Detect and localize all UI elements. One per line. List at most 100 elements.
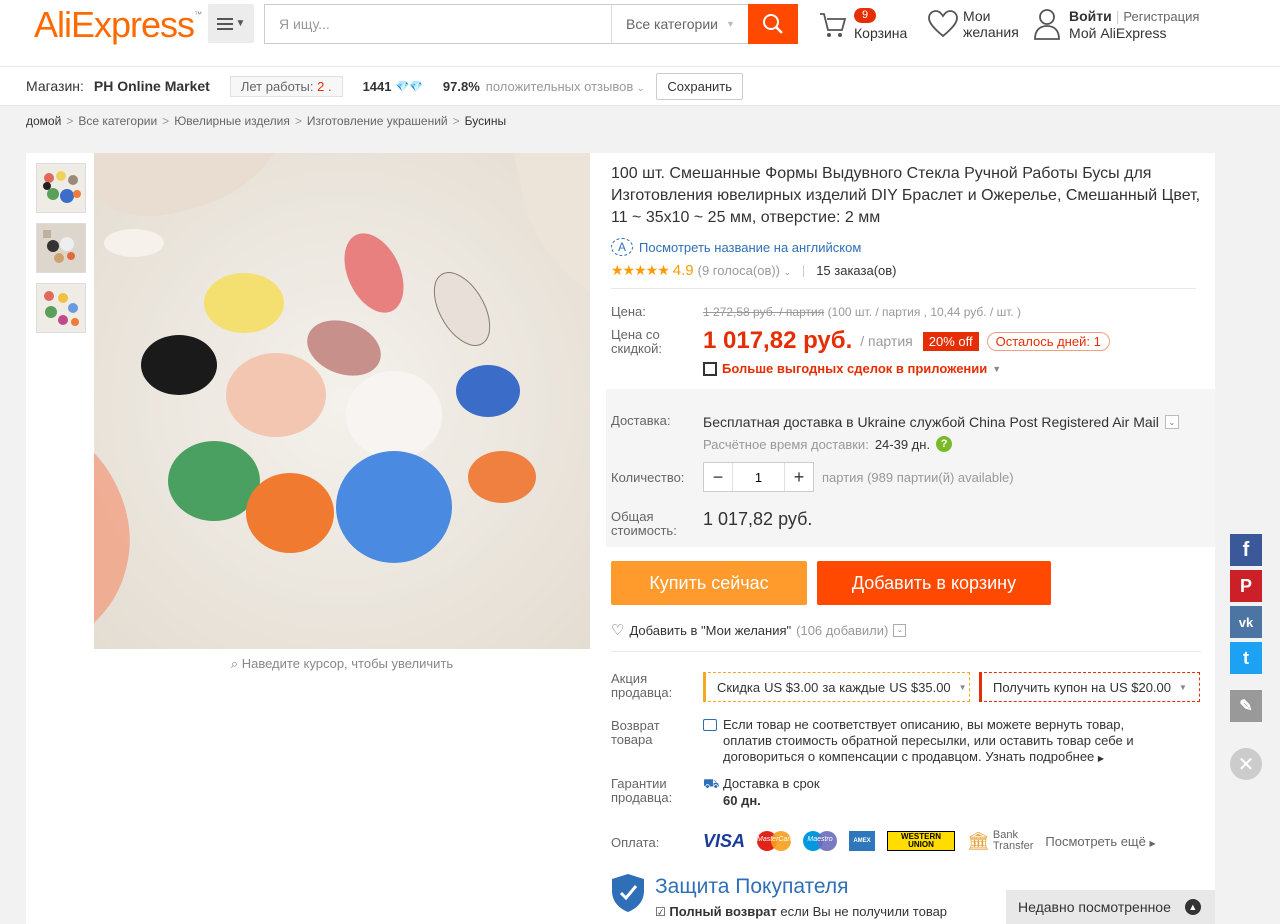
shipping-method[interactable]: Бесплатная доставка в Ukraine службой Ch… — [703, 414, 1179, 430]
payment-methods: VISA MasterCard Maestro AMEX WESTERN UNI… — [703, 830, 1156, 852]
store-score: 1441 — [362, 78, 392, 94]
add-to-wishlist-link[interactable]: ♡ Добавить в "Мои желания" (106 добавили… — [611, 621, 907, 639]
quantity-increase-button[interactable]: + — [785, 463, 813, 491]
amex-logo: AMEX — [849, 831, 876, 851]
chevron-down-icon: ⌄ — [783, 267, 792, 277]
feedback-dropdown[interactable]: положительных отзывов ⌄ — [486, 79, 645, 94]
bank-icon: 🏛 — [967, 830, 990, 851]
breadcrumb: домой > Все категории > Ювелирные изделия > Из… — [26, 114, 507, 128]
help-icon[interactable]: ? — [936, 436, 953, 452]
thumbnail-1[interactable] — [36, 163, 86, 213]
hamburger-icon — [216, 17, 233, 30]
buy-now-button[interactable]: Купить сейчас — [611, 561, 807, 605]
discount-price-label: Цена со скидкой: — [611, 327, 662, 356]
register-link[interactable]: Регистрация — [1123, 9, 1199, 24]
get-coupon-dropdown[interactable]: Получить купон на US $20.00 ▼ — [979, 672, 1200, 702]
zoom-icon: ⌕ — [230, 656, 239, 671]
seller-discount-dropdown[interactable]: Скидка US $3.00 за каждые US $35.00 ▼ — [703, 672, 970, 702]
price-label: Цена: — [611, 304, 646, 319]
western-union-logo: WESTERN UNION — [887, 831, 956, 851]
quantity-input[interactable] — [732, 463, 785, 491]
mastercard-logo: MasterCard — [757, 831, 794, 851]
breadcrumb-item[interactable]: Изготовление украшений — [307, 114, 448, 128]
guarantee-label: Гарантии продавца: — [611, 776, 673, 805]
heart-plus-icon: ♡ — [611, 622, 625, 639]
search-bar: Все категории ▼ — [264, 4, 798, 44]
search-icon — [763, 14, 783, 34]
discount-price: 1 017,82 руб. — [703, 327, 853, 354]
breadcrumb-item[interactable]: Все категории — [78, 114, 157, 128]
diamond-icon: 💎💎 — [395, 80, 423, 93]
product-main-image[interactable] — [94, 153, 590, 649]
pinterest-icon: P — [1239, 575, 1252, 596]
delivery-truck-icon: ⛟ — [703, 776, 720, 791]
quantity-decrease-button[interactable]: − — [704, 463, 732, 491]
feedback-percent: 97.8% — [442, 78, 480, 94]
discount-price-row: 1 017,82 руб. / партия 20% off Осталось … — [703, 327, 1110, 355]
vk-share-button[interactable]: vk — [1230, 606, 1262, 638]
chevron-down-icon: ⌄ — [893, 623, 907, 637]
caret-down-icon: ▼ — [992, 363, 1002, 374]
chevron-down-icon: ⌄ — [1164, 415, 1179, 429]
login-link[interactable]: Войти — [1069, 8, 1112, 24]
wishlist-label: Мои желания — [963, 8, 1019, 40]
checkbox-icon: ☑ — [655, 905, 666, 919]
caret-down-icon: ▼ — [958, 682, 967, 692]
full-refund-text: ☑ Полный возврат если Вы не получили тов… — [655, 904, 948, 919]
quantity-label: Количество: — [611, 470, 685, 485]
chevron-up-icon: ▲ — [1184, 899, 1201, 915]
pencil-icon: ✎ — [1239, 698, 1253, 715]
zoom-hint: ⌕ Наведите курсор, чтобы увеличить — [230, 656, 454, 671]
total-label: Общая стоимость: — [611, 509, 677, 538]
returns-policy: Если товар не соответствует описанию, вы… — [703, 717, 1173, 767]
quantity-stepper: − + — [703, 462, 814, 492]
original-price: 1 272,58 руб. / партия (100 шт. / партия… — [703, 305, 1022, 319]
cart-link[interactable]: 9 Корзина — [818, 8, 918, 44]
category-select[interactable]: Все категории ▼ — [611, 5, 748, 43]
buyer-protection: Защита Покупателя ☑ Полный возврат если … — [611, 873, 947, 919]
thumbnail-2[interactable] — [36, 223, 86, 273]
pinterest-share-button[interactable]: P — [1230, 570, 1262, 602]
buyer-protection-title: Защита Покупателя — [655, 875, 849, 898]
visa-logo: VISA — [703, 830, 746, 851]
search-input[interactable] — [265, 5, 611, 43]
delivery-time: Расчётное время доставки: 24-39 дн. ? — [703, 436, 953, 452]
caret-down-icon: ▼ — [1179, 682, 1187, 692]
store-bar: Магазин: PH Online Market Лет работы: 2 … — [0, 66, 1280, 106]
votes-dropdown[interactable]: (9 голоса(ов)) ⌄ — [698, 263, 792, 278]
my-aliexpress-link[interactable]: Мой AliExpress — [1069, 25, 1166, 41]
store-name-link[interactable]: PH Online Market — [94, 78, 210, 94]
categories-menu-button[interactable]: ▼ — [208, 4, 254, 43]
thumbnail-3[interactable] — [36, 283, 86, 333]
breadcrumb-home[interactable]: домой — [26, 114, 61, 128]
wishlist-link[interactable]: Мои желания — [928, 8, 1019, 41]
add-to-cart-button[interactable]: Добавить в корзину — [817, 561, 1051, 605]
store-label: Магазин: — [26, 78, 84, 94]
learn-more-link[interactable]: Узнать подробнее ▶ — [985, 749, 1104, 764]
days-left-badge: Осталось дней: 1 — [986, 331, 1110, 351]
edit-button[interactable]: ✎ — [1230, 690, 1262, 722]
caret-down-icon: ▼ — [235, 18, 246, 29]
save-store-button[interactable]: Сохранить — [656, 72, 744, 100]
discount-badge: 20% off — [922, 331, 979, 351]
search-button[interactable] — [748, 4, 798, 44]
price-unit: / партия — [860, 333, 913, 349]
facebook-icon: f — [1242, 538, 1250, 561]
breadcrumb-item[interactable]: Ювелирные изделия — [174, 114, 290, 128]
close-button[interactable]: ✕ — [1230, 748, 1262, 780]
twitter-icon: t — [1243, 647, 1249, 668]
translate-title-link[interactable]: A Посмотреть название на английском — [611, 238, 861, 256]
heart-icon — [928, 10, 958, 38]
quantity-available: партия (989 партии(й) available) — [822, 470, 1014, 485]
facebook-share-button[interactable]: f — [1230, 534, 1262, 566]
chevron-down-icon: ▼ — [725, 19, 735, 29]
account-menu[interactable]: Войти | Регистрация Мой AliExpress — [1034, 8, 1199, 43]
return-icon — [703, 719, 717, 731]
aliexpress-logo[interactable]: AliExpress™ — [34, 4, 202, 46]
app-deals-link[interactable]: Больше выгодных сделок в приложении ▼ — [703, 361, 1001, 376]
twitter-share-button[interactable]: t — [1230, 642, 1262, 674]
recently-viewed-bar[interactable]: Недавно посмотренное ▲ — [1006, 890, 1215, 924]
view-more-payments-link[interactable]: Посмотреть ещё ▶ — [1045, 834, 1155, 849]
chevron-down-icon: ⌄ — [636, 82, 645, 93]
user-icon — [1034, 9, 1060, 40]
